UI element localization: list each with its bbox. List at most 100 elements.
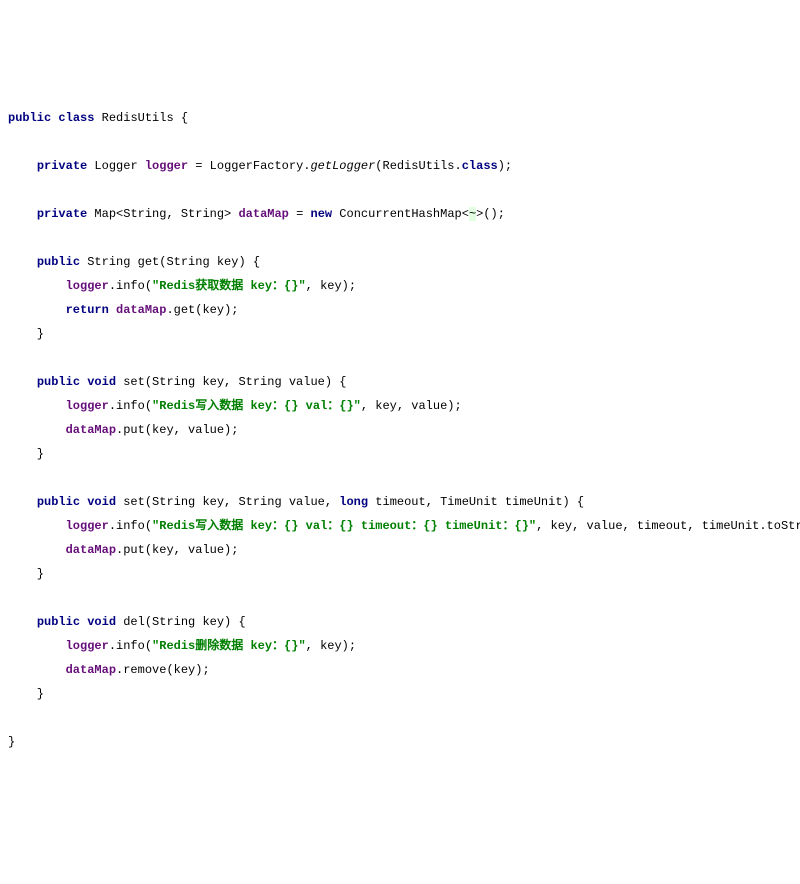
code-line (8, 706, 792, 730)
code-token: class (462, 159, 498, 173)
code-line: public void set(String key, String value… (8, 370, 792, 394)
code-token (8, 207, 37, 221)
code-line (8, 226, 792, 250)
code-token: Map<String, String> (87, 207, 238, 221)
code-token: .get(key); (166, 303, 238, 317)
code-token (8, 399, 66, 413)
code-token: private (37, 159, 87, 173)
code-line (8, 586, 792, 610)
code-line (8, 466, 792, 490)
code-token (109, 303, 116, 317)
code-token: logger (66, 279, 109, 293)
code-token (8, 303, 66, 317)
code-token: public (37, 255, 80, 269)
code-token: .info( (109, 399, 152, 413)
code-token: .info( (109, 639, 152, 653)
code-token: "Redis删除数据 key：{}" (152, 639, 306, 653)
code-token: .info( (109, 519, 152, 533)
code-token (8, 615, 37, 629)
code-token: logger (66, 519, 109, 533)
code-token (8, 543, 66, 557)
code-token: "Redis获取数据 key：{}" (152, 279, 306, 293)
code-token: } (8, 327, 44, 341)
code-token: = LoggerFactory. (188, 159, 310, 173)
code-line: logger.info("Redis删除数据 key：{}", key); (8, 634, 792, 658)
code-token: logger (66, 399, 109, 413)
code-token: dataMap (66, 543, 116, 557)
code-token: RedisUtils { (94, 111, 188, 125)
code-token: logger (66, 639, 109, 653)
code-line: } (8, 322, 792, 346)
code-token (8, 279, 66, 293)
code-token: Logger (87, 159, 145, 173)
code-block: public class RedisUtils { private Logger… (8, 106, 792, 754)
code-token: public void (37, 495, 116, 509)
code-token (8, 663, 66, 677)
code-line: } (8, 562, 792, 586)
code-token: long (339, 495, 368, 509)
code-token: new (311, 207, 333, 221)
code-token: dataMap (116, 303, 166, 317)
code-token: , key); (306, 639, 356, 653)
code-line: return dataMap.get(key); (8, 298, 792, 322)
code-token: return (66, 303, 109, 317)
code-line: public void del(String key) { (8, 610, 792, 634)
code-line: logger.info("Redis写入数据 key：{} val：{} tim… (8, 514, 792, 538)
code-token: , key, value); (361, 399, 462, 413)
code-token: .put(key, value); (116, 423, 238, 437)
code-line (8, 346, 792, 370)
code-token: class (58, 111, 94, 125)
code-token: set(String key, String value) { (116, 375, 346, 389)
code-token: dataMap (238, 207, 288, 221)
code-token: dataMap (66, 423, 116, 437)
code-line: dataMap.put(key, value); (8, 418, 792, 442)
code-token: public void (37, 375, 116, 389)
code-token: dataMap (66, 663, 116, 677)
code-token: .info( (109, 279, 152, 293)
code-line: public class RedisUtils { (8, 106, 792, 130)
code-token: >(); (476, 207, 505, 221)
code-token: "Redis写入数据 key：{} val：{} timeout：{} time… (152, 519, 536, 533)
code-token: String get(String key) { (80, 255, 260, 269)
code-token (8, 495, 37, 509)
code-line: private Map<String, String> dataMap = ne… (8, 202, 792, 226)
code-token (8, 423, 66, 437)
code-line: logger.info("Redis写入数据 key：{} val：{}", k… (8, 394, 792, 418)
code-line: } (8, 730, 792, 754)
code-token: ConcurrentHashMap< (332, 207, 469, 221)
code-token: timeout, TimeUnit timeUnit) { (368, 495, 584, 509)
code-line: dataMap.put(key, value); (8, 538, 792, 562)
code-line: public String get(String key) { (8, 250, 792, 274)
code-token: private (37, 207, 87, 221)
code-line: public void set(String key, String value… (8, 490, 792, 514)
code-token: "Redis写入数据 key：{} val：{}" (152, 399, 361, 413)
code-token (8, 639, 66, 653)
code-line (8, 178, 792, 202)
code-token: public void (37, 615, 116, 629)
code-token: getLogger (310, 159, 375, 173)
code-token (8, 375, 37, 389)
code-token: } (8, 567, 44, 581)
code-line (8, 130, 792, 154)
code-token (8, 519, 66, 533)
code-token: (RedisUtils. (375, 159, 461, 173)
code-line: dataMap.remove(key); (8, 658, 792, 682)
code-token: ); (498, 159, 512, 173)
code-token: .remove(key); (116, 663, 210, 677)
code-token: .put(key, value); (116, 543, 238, 557)
code-line: private Logger logger = LoggerFactory.ge… (8, 154, 792, 178)
code-token: } (8, 735, 15, 749)
code-token (8, 159, 37, 173)
code-token: , key, value, timeout, timeUnit.toString… (536, 519, 800, 533)
code-token: del(String key) { (116, 615, 246, 629)
code-token (8, 255, 37, 269)
code-token: logger (145, 159, 188, 173)
code-line: } (8, 442, 792, 466)
code-token: set(String key, String value, (116, 495, 339, 509)
code-token: } (8, 447, 44, 461)
code-line: } (8, 682, 792, 706)
code-line: logger.info("Redis获取数据 key：{}", key); (8, 274, 792, 298)
code-token: = (289, 207, 311, 221)
code-token: } (8, 687, 44, 701)
code-token: , key); (306, 279, 356, 293)
